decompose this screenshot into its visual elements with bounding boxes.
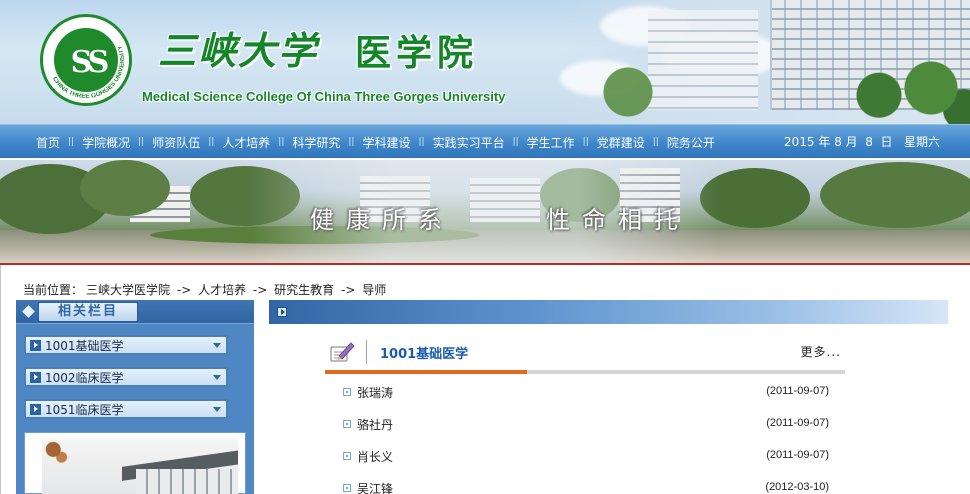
item-date: (2011-09-07) <box>766 449 829 461</box>
nav-separator: || <box>278 137 285 147</box>
logo-emblem: SS <box>52 26 120 94</box>
nav-item-practice[interactable]: 实践实习平台 <box>427 134 511 151</box>
site-header: CHINA THREE GORGES UNIVERSITY SS 三峡大学 医学… <box>0 0 970 124</box>
nav-separator: || <box>418 137 425 147</box>
diamond-icon <box>22 305 35 318</box>
english-college-name: Medical Science College Of China Three G… <box>142 89 506 104</box>
list-title[interactable]: 1001基础医学 <box>380 343 468 362</box>
photo-leaves <box>42 439 70 465</box>
header-tree <box>598 60 658 124</box>
logo-mark: SS <box>70 44 110 80</box>
nav-item-party[interactable]: 党群建设 <box>591 134 651 151</box>
breadcrumb-item[interactable]: 三峡大学医学院 <box>86 283 170 297</box>
nav-item-students[interactable]: 学生工作 <box>521 134 581 151</box>
nav-separator: || <box>348 137 355 147</box>
arrow-right-icon <box>30 372 41 383</box>
arrow-right-icon <box>30 340 41 351</box>
college-name: 医学院 <box>355 32 479 74</box>
arrow-right-icon <box>30 404 41 415</box>
more-link[interactable]: 更多... <box>801 343 841 360</box>
nav-list: 首页 || 学院概况 || 师资队伍 || 人才培养 || 科学研究 || 学科… <box>30 125 721 159</box>
category-label: 1002临床医学 <box>45 371 124 385</box>
sidebar-photo-frame <box>24 432 246 494</box>
mentor-name-link[interactable]: 吴江锋 <box>357 480 393 494</box>
list-item: 吴江锋 (2012-03-10) <box>339 478 839 494</box>
breadcrumb-item[interactable]: 人才培养 <box>198 283 246 297</box>
nav-item-faculty[interactable]: 师资队伍 <box>146 134 206 151</box>
nav-item-education[interactable]: 人才培养 <box>216 134 276 151</box>
breadcrumb-item[interactable]: 导师 <box>362 283 386 297</box>
header-building <box>648 10 758 110</box>
title-separator <box>366 340 367 364</box>
photo-facade <box>136 469 238 494</box>
mentor-list-panel: 1001基础医学 更多... 张瑞涛 (2011-09-07) 骆社丹 (201… <box>325 332 845 494</box>
main-section-bar <box>269 300 948 324</box>
list-item: 张瑞涛 (2011-09-07) <box>339 382 839 402</box>
main-nav: 首页 || 学院概况 || 师资队伍 || 人才培养 || 科学研究 || 学科… <box>0 124 970 158</box>
nav-item-affairs[interactable]: 院务公开 <box>661 134 721 151</box>
item-date: (2012-03-10) <box>765 481 829 493</box>
nav-separator: || <box>138 137 145 147</box>
sidebar-header: 相关栏目 <box>16 300 254 324</box>
sidebar-category-1001[interactable]: 1001基础医学 <box>24 335 228 355</box>
sidebar-category-1002[interactable]: 1002临床医学 <box>24 367 228 387</box>
mentor-name-link[interactable]: 张瑞涛 <box>357 384 393 401</box>
nav-item-home[interactable]: 首页 <box>30 134 66 151</box>
breadcrumb-separator: -> <box>340 283 356 297</box>
breadcrumb: 当前位置： 三峡大学医学院 -> 人才培养 -> 研究生教育 -> 导师 <box>23 281 389 298</box>
nav-separator: || <box>582 137 589 147</box>
nav-separator: || <box>652 137 659 147</box>
banner-tree <box>820 162 970 228</box>
list-item: 骆社丹 (2011-09-07) <box>339 414 839 434</box>
square-bullet-icon <box>343 388 351 396</box>
university-logo[interactable]: CHINA THREE GORGES UNIVERSITY SS <box>40 14 132 106</box>
banner-slogan-right: 性命相托 <box>546 206 690 234</box>
banner-slogan-left: 健康所系 <box>310 206 454 234</box>
chevron-down-icon[interactable] <box>213 407 221 412</box>
nav-separator: || <box>512 137 519 147</box>
nav-separator: || <box>68 137 75 147</box>
category-label: 1051临床医学 <box>45 403 124 417</box>
header-trees <box>840 52 970 124</box>
category-label: 1001基础医学 <box>45 339 124 353</box>
nav-separator: || <box>208 137 215 147</box>
breadcrumb-prefix: 当前位置： <box>23 283 84 297</box>
current-date: 2015 年 8 月 8 日 星期六 <box>784 135 940 149</box>
title-underline-accent <box>325 370 527 374</box>
chevron-down-icon[interactable] <box>213 343 221 348</box>
square-bullet-icon <box>343 420 351 428</box>
page-content: 当前位置： 三峡大学医学院 -> 人才培养 -> 研究生教育 -> 导师 相关栏目… <box>0 265 970 494</box>
mentor-name-link[interactable]: 肖长义 <box>357 448 393 465</box>
breadcrumb-item[interactable]: 研究生教育 <box>274 283 334 297</box>
related-sidebar: 相关栏目 1001基础医学 1002临床医学 1051临床医学 <box>16 300 254 494</box>
item-date: (2011-09-07) <box>766 417 829 429</box>
mentor-name-link[interactable]: 骆社丹 <box>357 416 393 433</box>
list-item: 肖长义 (2011-09-07) <box>339 446 839 466</box>
notepad-pen-icon <box>330 342 355 362</box>
arrow-right-icon <box>277 307 287 317</box>
campus-photo <box>42 439 238 494</box>
banner-tree <box>80 160 170 216</box>
item-date: (2011-09-07) <box>766 385 829 397</box>
nav-item-discipline[interactable]: 学科建设 <box>356 134 416 151</box>
school-name: 三峡大学 <box>158 28 319 73</box>
sidebar-title: 相关栏目 <box>38 302 138 322</box>
square-bullet-icon <box>343 452 351 460</box>
sidebar-category-1051[interactable]: 1051临床医学 <box>24 399 228 419</box>
nav-item-research[interactable]: 科学研究 <box>286 134 346 151</box>
square-bullet-icon <box>343 484 351 492</box>
breadcrumb-separator: -> <box>252 283 268 297</box>
chevron-down-icon[interactable] <box>213 375 221 380</box>
breadcrumb-separator: -> <box>176 283 192 297</box>
campus-banner: 健康所系 性命相托 <box>0 160 970 263</box>
nav-item-overview[interactable]: 学院概况 <box>76 134 136 151</box>
